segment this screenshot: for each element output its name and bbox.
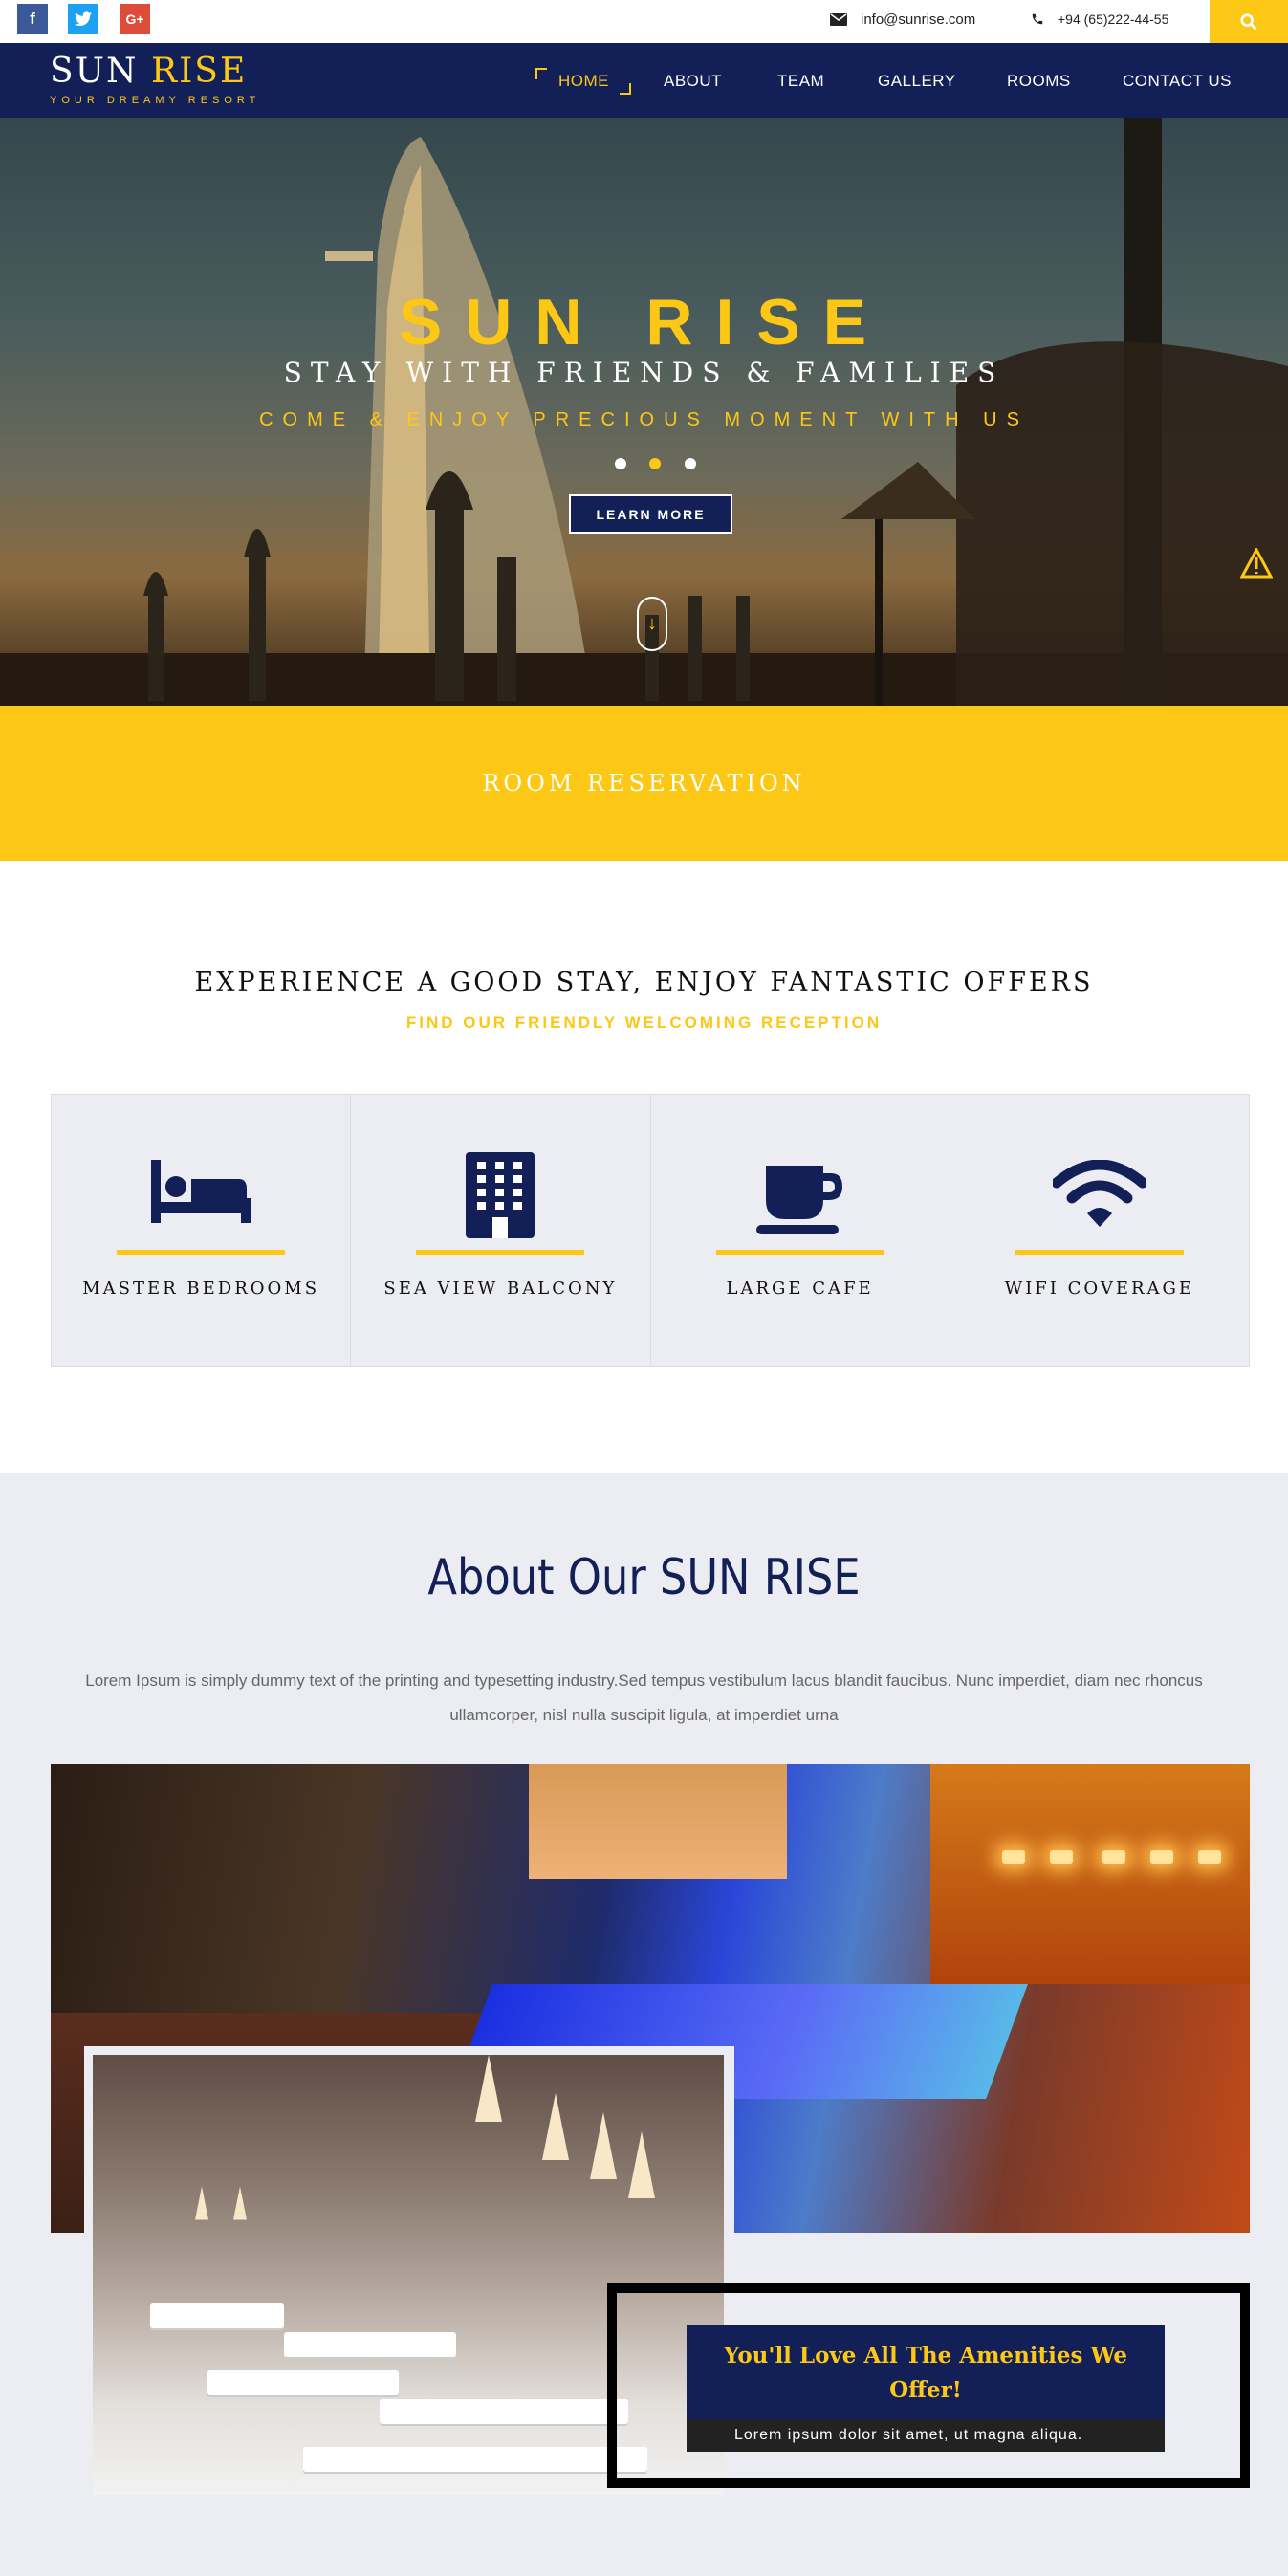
pendant-lamp <box>195 2186 208 2220</box>
pool-sky <box>529 1764 787 1879</box>
search-icon <box>1240 12 1257 31</box>
slide-dot-1[interactable] <box>615 458 626 469</box>
dining-table <box>150 2303 284 2328</box>
nav-team[interactable]: TEAM <box>777 72 824 91</box>
logo-tagline: YOUR DREAMY RESORT <box>50 95 261 106</box>
hero-subtitle: STAY WITH FRIENDS & FAMILIES <box>283 357 1005 388</box>
hero-tagline: COME & ENJOY PRECIOUS MOMENT WITH US <box>259 409 1029 430</box>
dining-table <box>303 2447 647 2472</box>
pendant-lamp <box>542 2093 569 2160</box>
promo-title: You'll Love All The Amenities We Offer! <box>723 2343 1128 2403</box>
feature-card-bedrooms[interactable]: MASTER BEDROOMS <box>52 1095 352 1366</box>
active-bracket-top <box>535 68 547 79</box>
wall-light <box>1150 1850 1173 1864</box>
wifi-icon <box>950 1160 1249 1229</box>
feature-underline <box>715 1250 884 1255</box>
feature-underline <box>117 1250 286 1255</box>
logo[interactable]: SUN RISE YOUR DREAMY RESORT <box>50 52 261 107</box>
logo-text: SUN RISE <box>50 52 248 91</box>
slide-dot-2[interactable] <box>649 458 661 469</box>
wall-light <box>1002 1850 1025 1864</box>
learn-more-button[interactable]: LEARN MORE <box>569 494 732 534</box>
hero-title: SUN RISE <box>398 286 890 359</box>
top-bar: f G+ info@sunrise.com +94 (65)222-44-55 <box>0 0 1288 43</box>
coffee-cup-icon <box>651 1166 950 1234</box>
phone-contact[interactable]: +94 (65)222-44-55 <box>1031 8 1168 31</box>
phone-text: +94 (65)222-44-55 <box>1058 11 1169 27</box>
wall-light <box>1050 1850 1073 1864</box>
offers-title: EXPERIENCE A GOOD STAY, ENJOY FANTASTIC … <box>194 968 1094 997</box>
feature-label: WIFI COVERAGE <box>1004 1278 1195 1299</box>
facebook-icon[interactable]: f <box>17 4 48 34</box>
feature-label: LARGE CAFE <box>726 1278 874 1299</box>
search-button[interactable] <box>1210 0 1288 43</box>
feature-label: MASTER BEDROOMS <box>82 1278 320 1299</box>
offers-subtitle: FIND OUR FRIENDLY WELCOMING RECEPTION <box>405 1014 883 1032</box>
wall-light <box>1198 1850 1221 1864</box>
main-navbar: SUN RISE YOUR DREAMY RESORT HOME ABOUT T… <box>0 43 1288 118</box>
pendant-lamp <box>628 2131 655 2198</box>
nav-gallery[interactable]: GALLERY <box>878 72 956 91</box>
pendant-lamp <box>475 2055 502 2122</box>
pendant-lamp <box>233 2186 247 2220</box>
room-reservation-band[interactable]: ROOM RESERVATION <box>0 706 1288 861</box>
email-text: info@sunrise.com <box>861 11 976 28</box>
feature-underline <box>416 1250 585 1255</box>
dining-table <box>207 2370 399 2395</box>
nav-rooms[interactable]: ROOMS <box>1007 72 1071 91</box>
hero-banner: SUN RISE STAY WITH FRIENDS & FAMILIES CO… <box>0 118 1288 706</box>
warning-triangle-icon[interactable] <box>1239 546 1274 583</box>
about-section: About Our SUN RISE Lorem Ipsum is simply… <box>0 1473 1288 2576</box>
google-plus-icon[interactable]: G+ <box>120 4 150 34</box>
nav-contact-us[interactable]: CONTACT US <box>1123 72 1232 91</box>
nav-home[interactable]: HOME <box>558 72 609 91</box>
about-text: Lorem Ipsum is simply dummy text of the … <box>85 1671 1203 1724</box>
features-grid: MASTER BEDROOMS SEA VIEW BALCONY LARGE C… <box>51 1094 1250 1367</box>
wall-light <box>1102 1850 1125 1864</box>
slide-dot-3[interactable] <box>685 458 696 469</box>
active-bracket-bottom <box>620 83 631 95</box>
dining-table <box>380 2399 628 2424</box>
about-title: About Our SUN RISE <box>427 1549 861 1606</box>
room-reservation-label: ROOM RESERVATION <box>482 770 806 797</box>
nav-about[interactable]: ABOUT <box>664 72 722 91</box>
feature-card-cafe[interactable]: LARGE CAFE <box>650 1095 950 1366</box>
email-contact[interactable]: info@sunrise.com <box>830 8 975 31</box>
building-icon <box>351 1152 649 1238</box>
feature-card-wifi[interactable]: WIFI COVERAGE <box>950 1095 1249 1366</box>
feature-card-balcony[interactable]: SEA VIEW BALCONY <box>351 1095 651 1366</box>
twitter-icon[interactable] <box>68 4 98 34</box>
feature-underline <box>1015 1250 1184 1255</box>
feature-label: SEA VIEW BALCONY <box>383 1278 618 1299</box>
phone-icon <box>1031 12 1044 26</box>
envelope-icon <box>830 12 847 26</box>
promo-text: Lorem ipsum dolor sit amet, ut magna ali… <box>687 2419 1165 2452</box>
pool-wall <box>930 1764 1250 1984</box>
bed-icon <box>52 1160 350 1223</box>
dining-table <box>284 2332 456 2357</box>
pendant-lamp <box>590 2112 617 2179</box>
scroll-down-button[interactable]: ↓ <box>637 597 667 651</box>
arrow-down-icon: ↓ <box>647 613 657 634</box>
